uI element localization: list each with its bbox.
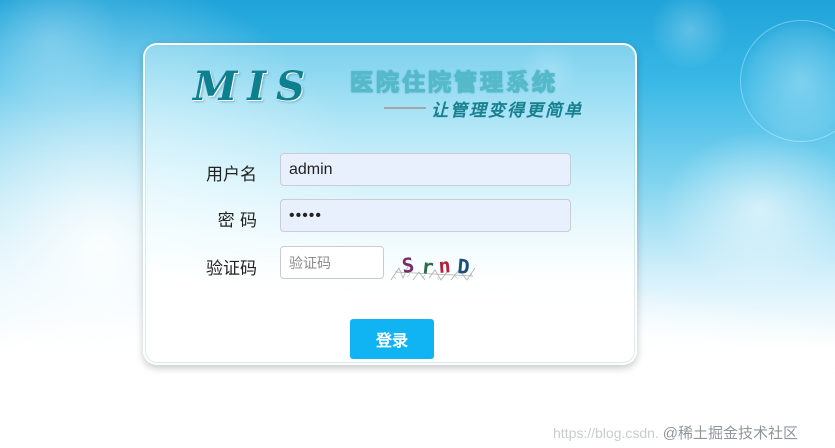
captcha-char: D	[457, 254, 471, 279]
slogan-divider	[384, 107, 426, 109]
username-input[interactable]	[280, 153, 571, 186]
captcha-char: S	[400, 253, 415, 278]
background-bokeh	[0, 0, 120, 110]
slogan: 让管理变得更简单	[431, 101, 583, 121]
logo-text: MIS	[193, 63, 315, 110]
captcha-image[interactable]: SrnD	[389, 250, 477, 282]
watermark: https://blog.csdn. @稀土掘金技术社区	[553, 422, 798, 443]
login-button[interactable]: 登录	[350, 319, 434, 359]
username-label: 用户名	[206, 165, 257, 185]
captcha-char: r	[420, 254, 434, 279]
captcha-label: 验证码	[206, 259, 257, 279]
background-bokeh	[650, 0, 730, 70]
captcha-char: n	[438, 253, 452, 278]
system-title: 医院住院管理系统	[350, 70, 558, 97]
watermark-community: @稀土掘金技术社区	[662, 425, 798, 442]
background-glow	[660, 130, 835, 290]
watermark-url: https://blog.csdn.	[553, 425, 659, 441]
password-input[interactable]	[280, 199, 571, 232]
login-panel: MIS 医院住院管理系统 让管理变得更简单 用户名 密 码 验证码 SrnD 登…	[143, 43, 637, 365]
password-label: 密 码	[217, 211, 257, 231]
captcha-input[interactable]	[280, 246, 384, 279]
background-bokeh	[740, 20, 835, 142]
